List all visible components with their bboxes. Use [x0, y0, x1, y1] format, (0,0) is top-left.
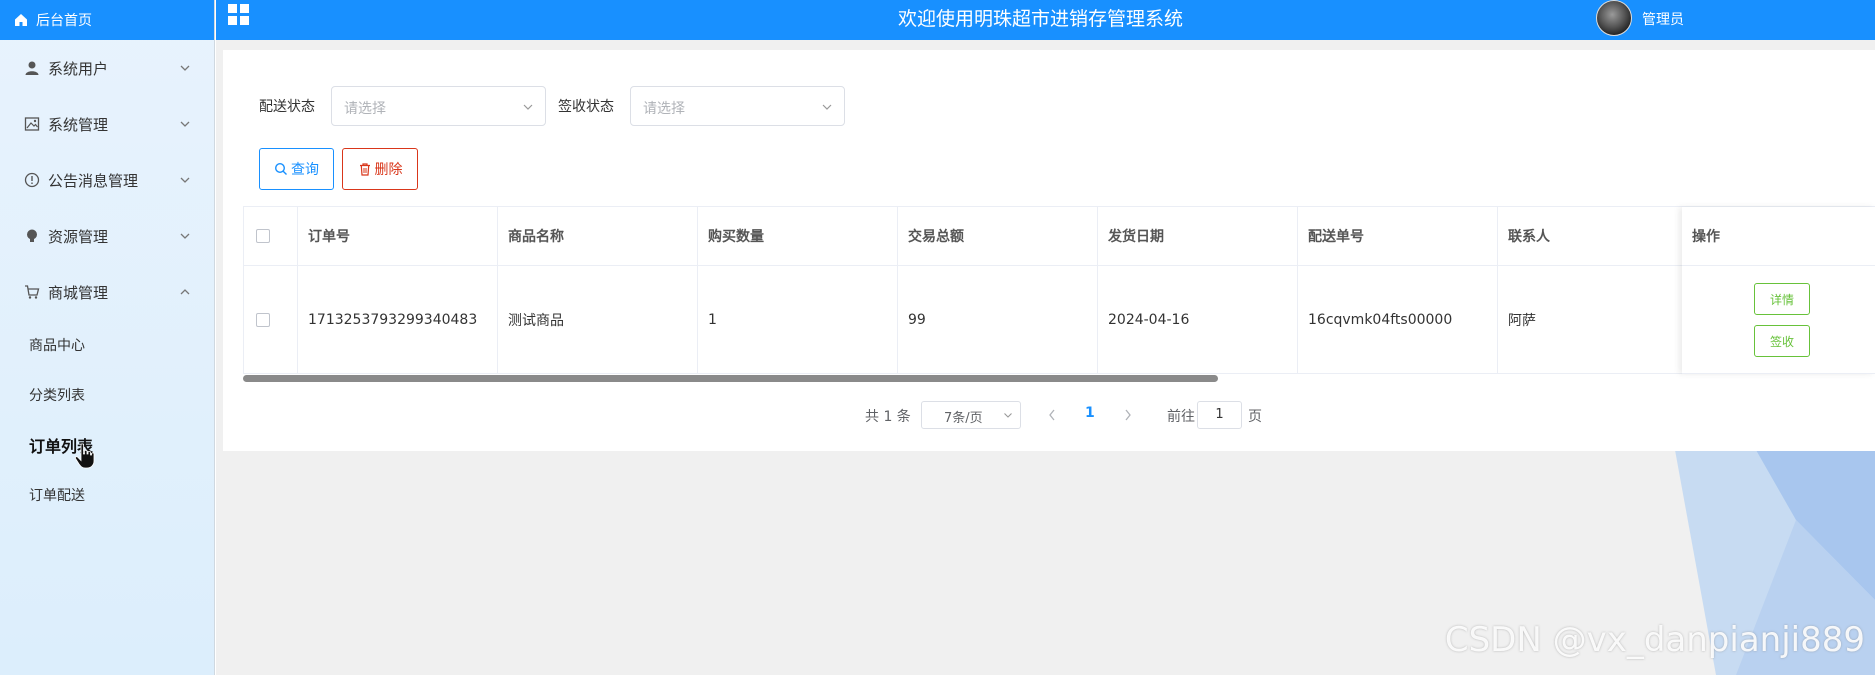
menu-label: 公告消息管理: [48, 171, 139, 190]
cart-icon: [24, 284, 40, 300]
goto-prefix: 前往: [1167, 409, 1195, 425]
cell-product-name: 测试商品: [498, 266, 698, 374]
sign-button[interactable]: 签收: [1754, 325, 1810, 357]
sidebar: 后台首页 系统用户 系统管理 公告消息管理 资源管理 商城管理 商品中心 分类列…: [0, 0, 215, 675]
sidebar-home-label: 后台首页: [36, 13, 92, 29]
header-delivery-no: 配送单号: [1298, 207, 1498, 266]
home-icon: [15, 14, 27, 26]
signed-status-select[interactable]: 请选择: [630, 86, 845, 126]
table-horizontal-scrollbar[interactable]: [243, 375, 1218, 382]
delivery-status-placeholder: 请选择: [344, 101, 386, 117]
delivery-status-label: 配送状态: [259, 99, 315, 115]
watermark: CSDN @vx_danpianji889: [1444, 620, 1865, 660]
menu-system-manage[interactable]: 系统管理: [0, 96, 214, 152]
cell-total: 99: [898, 266, 1098, 374]
select-all-checkbox[interactable]: [256, 229, 270, 243]
menu-mall-manage[interactable]: 商城管理: [0, 264, 214, 320]
menu-label: 资源管理: [48, 227, 109, 246]
query-button-label: 查询: [291, 162, 319, 178]
header-order-no: 订单号: [298, 207, 498, 266]
row-checkbox[interactable]: [256, 312, 270, 327]
menu-label: 系统用户: [48, 59, 109, 78]
detail-button[interactable]: 详情: [1754, 283, 1810, 315]
goto-suffix: 页: [1248, 409, 1262, 425]
avatar[interactable]: [1596, 0, 1632, 36]
user-name[interactable]: 管理员: [1642, 9, 1684, 29]
sidebar-home[interactable]: 后台首页: [0, 0, 214, 40]
signed-status-placeholder: 请选择: [643, 101, 685, 117]
operation-column: 操作 详情 签收: [1682, 207, 1875, 374]
cell-ship-date: 2024-04-16: [1098, 266, 1298, 374]
submenu-order-delivery[interactable]: 订单配送: [0, 470, 214, 520]
page-size-select[interactable]: 7条/页: [921, 401, 1021, 429]
pagination-total: 共 1 条: [865, 409, 911, 425]
header-ship-date: 发货日期: [1098, 207, 1298, 266]
user-icon: [24, 60, 40, 76]
menu-resource-manage[interactable]: 资源管理: [0, 208, 214, 264]
row-select-cell: [243, 266, 298, 374]
menu-notice-manage[interactable]: 公告消息管理: [0, 152, 214, 208]
cell-contact: 阿萨: [1498, 266, 1698, 374]
orders-table: 订单号 商品名称 购买数量 交易总额 发货日期 配送单号 联系人 1713253…: [243, 206, 1875, 378]
header-total: 交易总额: [898, 207, 1098, 266]
chevron-up-icon: [180, 289, 190, 295]
topbar: 欢迎使用明珠超市进销存管理系统 管理员: [216, 0, 1875, 40]
trash-icon: [359, 163, 370, 176]
chevron-down-icon: [1004, 413, 1012, 418]
submenu-category-list[interactable]: 分类列表: [0, 370, 214, 420]
prev-page-icon[interactable]: [1046, 407, 1058, 423]
chevron-down-icon: [180, 65, 190, 71]
chevron-down-icon: [180, 177, 190, 183]
current-page-number[interactable]: 1: [1085, 405, 1095, 421]
chevron-down-icon: [822, 104, 832, 110]
search-icon: [274, 162, 287, 175]
menu-label: 系统管理: [48, 115, 109, 134]
picture-icon: [24, 116, 40, 132]
cell-order-no: 1713253793299340483: [298, 266, 498, 374]
delivery-status-select[interactable]: 请选择: [331, 86, 546, 126]
cell-delivery-no: 16cqvmk04fts00000: [1298, 266, 1498, 374]
select-all-cell: [243, 207, 298, 266]
menu-label: 商城管理: [48, 283, 109, 302]
goto-page-input[interactable]: 1: [1197, 401, 1242, 429]
chevron-down-icon: [523, 104, 533, 110]
delete-button-label: 删除: [374, 162, 403, 178]
info-icon: [24, 172, 40, 188]
header-product-name: 商品名称: [498, 207, 698, 266]
menu-system-user[interactable]: 系统用户: [0, 40, 214, 96]
submenu-product-center[interactable]: 商品中心: [0, 320, 214, 370]
hand-cursor-icon: [74, 443, 95, 469]
submenu-order-list[interactable]: 订单列表: [0, 420, 214, 470]
bulb-icon: [24, 228, 40, 244]
header-operation: 操作: [1682, 207, 1875, 266]
signed-status-label: 签收状态: [558, 99, 614, 115]
page-size-label: 7条/页: [944, 411, 983, 426]
cell-quantity: 1: [698, 266, 898, 374]
header-contact: 联系人: [1498, 207, 1698, 266]
query-button[interactable]: 查询: [259, 148, 334, 190]
header-quantity: 购买数量: [698, 207, 898, 266]
delete-button[interactable]: 删除: [342, 148, 418, 190]
next-page-icon[interactable]: [1122, 407, 1134, 423]
chevron-down-icon: [180, 121, 190, 127]
chevron-down-icon: [180, 233, 190, 239]
